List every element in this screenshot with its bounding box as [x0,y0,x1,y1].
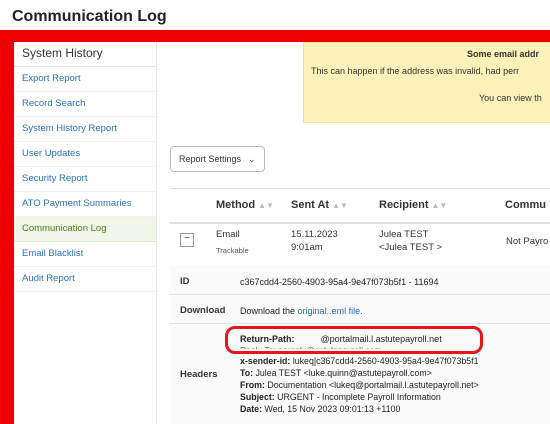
table-header: Method ▲▼ Sent At ▲▼ Recipient ▲▼ Commu [170,188,550,224]
sidebar: System History Export Report Record Sear… [14,42,157,424]
id-value: c367cdd4-2560-4903-95a4-9e47f073b5f1 - 1… [240,277,439,287]
page-title: Communication Log [12,8,167,25]
warning-view-text: You can view th [479,93,542,103]
sidebar-item-security-report[interactable]: Security Report [14,167,156,192]
sidebar-item-ato-payment-summaries[interactable]: ATO Payment Summaries [14,192,156,217]
to-line: To: Julea TEST <luke.quinn@astutepayroll… [240,368,432,378]
warning-banner: Some email addr This can happen if the a… [303,42,550,123]
sidebar-item-export-report[interactable]: Export Report [14,67,156,92]
sidebar-item-communication-log[interactable]: Communication Log [14,217,156,242]
download-eml-link[interactable]: original..eml file [298,306,361,316]
from-line: From: Documentation <lukeq@portalmail.l.… [240,380,479,390]
id-label: ID [180,276,190,287]
download-text: Download the original..eml file. [240,306,363,316]
x-sender-line: x-sender-id: lukeq|c367cdd4-2560-4903-95… [240,356,479,366]
column-method[interactable]: Method ▲▼ [216,199,274,211]
report-settings-label: Report Settings [179,154,242,164]
headers-label: Headers [180,369,218,380]
sidebar-item-audit-report[interactable]: Audit Report [14,267,156,292]
warning-text: This can happen if the address was inval… [311,66,520,76]
collapse-row-button[interactable]: − [180,233,194,247]
date-line: Date: Wed, 15 Nov 2023 09:01:13 +1100 [240,404,401,414]
download-label: Download [180,305,226,316]
method-value: Email [216,229,240,240]
detail-panel: ID c367cdd4-2560-4903-95a4-9e47f073b5f1 … [170,266,550,424]
row-divider [170,222,550,223]
report-settings-button[interactable]: Report Settings ⌄ [170,146,265,172]
column-sent-at[interactable]: Sent At ▲▼ [291,199,348,211]
sidebar-item-email-blacklist[interactable]: Email Blacklist [14,242,156,267]
column-recipient[interactable]: Recipient ▲▼ [379,199,447,211]
sidebar-item-system-history-report[interactable]: System History Report [14,117,156,142]
method-subtext: Trackable [216,246,249,255]
sort-icon: ▲▼ [258,201,274,210]
sidebar-item-record-search[interactable]: Record Search [14,92,156,117]
column-communication[interactable]: Commu [505,199,546,211]
warning-title: Some email addr [467,49,540,59]
sidebar-item-user-updates[interactable]: User Updates [14,142,156,167]
recipient-name: Julea TEST [379,229,429,240]
chevron-down-icon: ⌄ [248,153,256,164]
communication-value: Not Payro [506,236,549,247]
recipient-email: <Julea TEST > [379,242,443,253]
sort-icon: ▲▼ [332,201,348,210]
sidebar-heading: System History [14,42,156,67]
subject-line: Subject: URGENT - Incomplete Payroll Inf… [240,392,441,402]
return-path-highlight [225,326,483,354]
sort-icon: ▲▼ [431,201,448,210]
sent-time: 9:01am [291,242,323,253]
sent-date: 15.11.2023 [291,229,338,240]
